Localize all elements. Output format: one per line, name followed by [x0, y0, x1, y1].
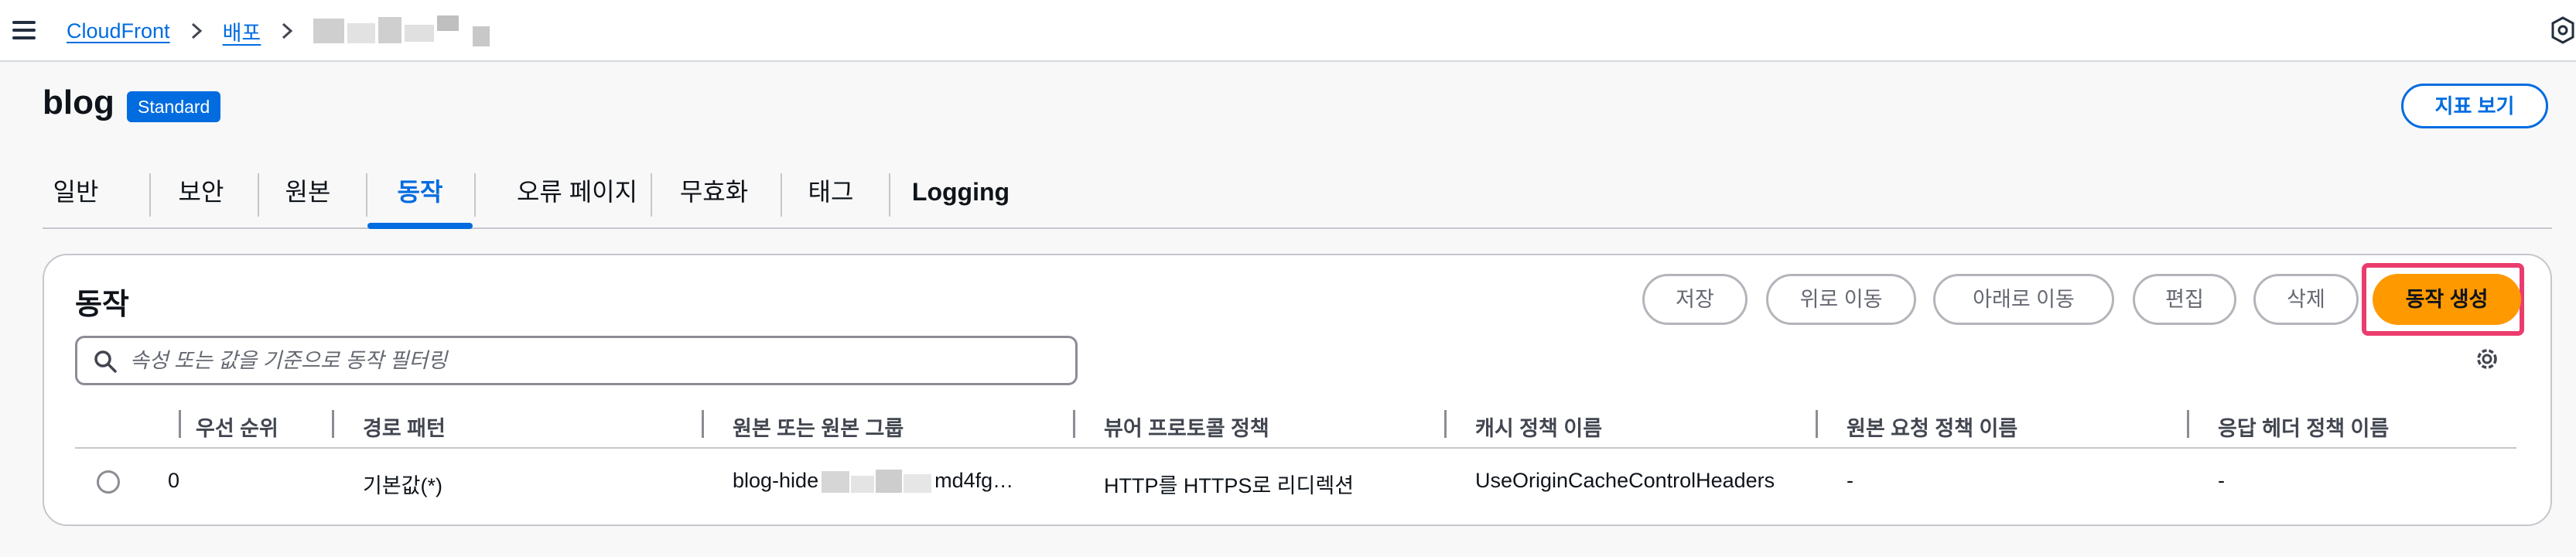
cell-cache-policy: UseOriginCacheControlHeaders [1475, 469, 1775, 492]
breadcrumb: CloudFront 배포 [67, 15, 496, 46]
top-navigation-bar: CloudFront 배포 [0, 0, 2576, 62]
tab-logging[interactable]: Logging [906, 164, 1016, 227]
column-header-viewer-protocol[interactable]: 뷰어 프로토콜 정책 [1104, 412, 1269, 442]
row-select-radio[interactable] [97, 470, 120, 494]
delete-button[interactable]: 삭제 [2253, 274, 2359, 325]
breadcrumb-cloudfront-link[interactable]: CloudFront [67, 19, 170, 43]
redacted-origin-segment [818, 469, 934, 494]
tab-behaviors[interactable]: 동작 [367, 164, 473, 229]
column-header-origin-request-policy[interactable]: 원본 요청 정책 이름 [1847, 412, 2017, 442]
gear-icon[interactable] [2473, 345, 2501, 373]
filter-search-field[interactable] [75, 336, 1078, 385]
origin-name-suffix: md4fg… [934, 469, 1014, 492]
column-header-origin[interactable]: 원본 또는 원본 그룹 [733, 412, 904, 442]
cell-origin-request-policy: - [1847, 469, 1853, 492]
tab-invalidations[interactable]: 무효화 [669, 164, 759, 227]
tab-origins[interactable]: 원본 [275, 164, 341, 227]
column-header-response-headers-policy[interactable]: 응답 헤더 정책 이름 [2218, 412, 2389, 442]
column-header-cache-policy[interactable]: 캐시 정책 이름 [1475, 412, 1602, 442]
cell-path-pattern: 기본값(*) [363, 474, 443, 497]
menu-icon[interactable] [11, 17, 37, 43]
settings-icon[interactable] [2550, 15, 2576, 45]
save-button[interactable]: 저장 [1642, 274, 1748, 325]
create-behavior-button[interactable]: 동작 생성 [2373, 274, 2521, 325]
column-header-path-pattern[interactable]: 경로 패턴 [363, 412, 446, 442]
tab-security[interactable]: 보안 [168, 164, 234, 227]
status-badge: Standard [127, 91, 221, 122]
panel-title: 동작 [75, 289, 129, 321]
table-row[interactable]: 0 기본값(*) blog-hide md4fg… HTTP를 HTTPS로 리… [75, 453, 2516, 509]
redacted-distribution-id [313, 15, 496, 46]
cell-response-headers-policy: - [2218, 469, 2225, 492]
cell-origin: blog-hide md4fg… [733, 469, 1013, 494]
cell-viewer-protocol: HTTP를 HTTPS로 리디렉션 [1104, 474, 1355, 497]
tab-tags[interactable]: 태그 [798, 164, 864, 227]
page-title: blog [43, 84, 114, 121]
search-input[interactable] [130, 343, 1058, 378]
view-metrics-button[interactable]: 지표 보기 [2401, 84, 2548, 128]
chevron-right-icon [282, 22, 293, 39]
origin-name-prefix: blog-hide [733, 469, 819, 492]
table-header: 우선 순위 경로 패턴 원본 또는 원본 그룹 뷰어 프로토콜 정책 캐시 정책… [75, 402, 2516, 449]
search-icon [94, 350, 117, 373]
tab-list: 일반 보안 원본 동작 오류 페이지 무효화 태그 Logging [43, 164, 2552, 229]
move-up-button[interactable]: 위로 이동 [1766, 274, 1916, 325]
column-header-priority[interactable]: 우선 순위 [196, 412, 278, 442]
chevron-right-icon [191, 22, 202, 39]
behaviors-panel: 동작 저장 위로 이동 아래로 이동 편집 삭제 동작 생성 우선 순위 경로 … [43, 254, 2552, 526]
breadcrumb-distributions-link[interactable]: 배포 [223, 16, 261, 46]
tab-error-pages[interactable]: 오류 페이지 [496, 164, 658, 227]
move-down-button[interactable]: 아래로 이동 [1933, 274, 2114, 325]
tab-general[interactable]: 일반 [43, 164, 109, 227]
cell-priority: 0 [168, 469, 180, 492]
edit-button[interactable]: 편집 [2133, 274, 2236, 325]
